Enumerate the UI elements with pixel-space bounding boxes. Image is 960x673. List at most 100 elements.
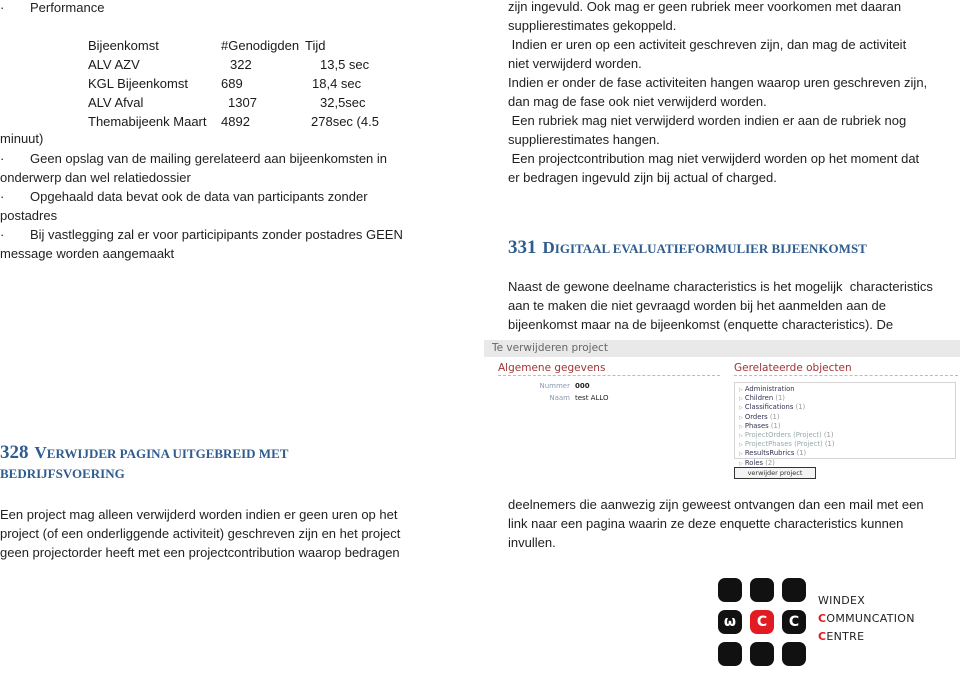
windex-logo: ω C C WINDEX COMMUNCATION CENTRE	[718, 578, 958, 670]
bullet-text-cont: onderwerp dan wel relatiedossier	[0, 170, 191, 185]
logo-text: WINDEX COMMUNCATION CENTRE	[818, 592, 915, 646]
field-nummer: Nummer 000	[520, 380, 590, 392]
expand-triangle-icon[interactable]: ▷	[739, 415, 743, 421]
tree-item-count: (1)	[769, 412, 780, 421]
header-tijd: Tijd	[305, 38, 326, 53]
bullet-text-cont: postadres	[0, 208, 58, 223]
tree-item-count: (1)	[775, 394, 785, 403]
logo-dot	[718, 642, 742, 666]
paragraph-line: bijeenkomst maar na de bijeenkomst (enqu…	[508, 317, 894, 332]
bullet-text: Opgehaald data bevat ook de data van par…	[30, 189, 368, 204]
cell: 689	[221, 76, 243, 91]
tree-item-label: ResultsRubrics	[744, 449, 795, 458]
tree-item-orders[interactable]: ▷ Orders (1)	[739, 413, 955, 422]
tree-item-children[interactable]: ▷ Children (1)	[739, 394, 955, 403]
logo-dot	[782, 578, 806, 602]
paragraph-line: Indien er onder de fase activiteiten han…	[508, 75, 928, 90]
tree-item-phases[interactable]: ▷ Phases (1)	[739, 422, 955, 431]
section-328-body: Een project mag alleen verwijderd worden…	[0, 505, 400, 562]
right-paragraph-bottom: deelnemers die aanwezig zijn geweest ont…	[508, 495, 924, 552]
expand-triangle-icon[interactable]: ▷	[739, 387, 743, 393]
section-331-heading: 331 DIGITAAL EVALUATIEFORMULIER BIJEENKOM…	[508, 236, 867, 261]
paragraph-line: niet verwijderd worden.	[508, 56, 642, 71]
field-naam: Naam test ALLO	[520, 392, 609, 404]
table-header-row: Bijeenkomst #Genodigden Tijd	[88, 36, 379, 55]
expand-triangle-icon[interactable]: ▷	[739, 451, 743, 457]
paragraph-line: deelnemers die aanwezig zijn geweest ont…	[508, 497, 924, 512]
performance-heading: · Performance	[0, 0, 104, 17]
paragraph-line: zijn ingevuld. Ook mag er geen rubriek m…	[508, 0, 902, 14]
paragraph-line: Een project mag alleen verwijderd worden…	[0, 507, 398, 522]
table-row: Themabijeenk Maart 4892 278sec (4.5	[88, 112, 379, 131]
bullet-text: Geen opslag van de mailing gerelateerd a…	[30, 151, 388, 166]
tree-item-administration[interactable]: ▷ Administration	[739, 385, 955, 394]
field-value: test ALLO	[575, 394, 609, 402]
expand-triangle-icon[interactable]: ▷	[739, 442, 743, 448]
title-rest: IGITAAL EVALUATIEFORMULIER BIJEENKOMST	[554, 241, 867, 256]
tree-item-classifications[interactable]: ▷ Classifications (1)	[739, 403, 955, 412]
tree-item-label: Classifications	[744, 403, 794, 412]
cell: 278sec (4.5	[311, 114, 379, 129]
title-initial: D	[542, 238, 555, 257]
logo-c-red-icon: C	[750, 610, 774, 634]
bullet: ·	[0, 189, 5, 204]
tree-item-count: (1)	[824, 440, 835, 449]
paragraph-line: dan mag de fase ook niet verwijderd word…	[508, 94, 767, 109]
delete-project-button[interactable]: verwijder project	[734, 467, 816, 479]
cell: ALV AZV	[88, 57, 140, 72]
tree-item-count: (1)	[795, 403, 806, 412]
field-value: 000	[575, 382, 590, 390]
paragraph-line: link naar een pagina waarin ze deze enqu…	[508, 516, 904, 531]
field-label: Nummer	[539, 382, 571, 390]
right-paragraph: zijn ingevuld. Ook mag er geen rubriek m…	[508, 0, 927, 187]
tree-item-count: (1)	[796, 449, 807, 458]
expand-triangle-icon[interactable]: ▷	[739, 396, 743, 402]
expand-triangle-icon[interactable]: ▷	[739, 405, 743, 411]
screenshot-header-text: Te verwijderen project	[492, 342, 608, 354]
paragraph-line: Naast de gewone deelname characteristics…	[508, 279, 933, 294]
paragraph-line: supplierestimates hangen.	[508, 132, 660, 147]
tree-item-label: ProjectPhases (Project)	[744, 440, 823, 449]
cell: 322	[230, 57, 252, 72]
table-row: ALV AZV 322 13,5 sec	[88, 55, 379, 74]
title-initial: V	[34, 443, 47, 462]
tree-item-label: Phases	[744, 421, 769, 430]
logo-dot	[750, 578, 774, 602]
logo-dot	[782, 642, 806, 666]
expand-triangle-icon[interactable]: ▷	[739, 424, 743, 430]
expand-triangle-icon[interactable]: ▷	[739, 433, 743, 439]
section-331-body: Naast de gewone deelname characteristics…	[508, 277, 933, 334]
paragraph-line: Indien er uren op een activiteit geschre…	[508, 37, 907, 52]
logo-dot	[718, 578, 742, 602]
expand-triangle-icon[interactable]: ▷	[739, 461, 743, 467]
related-objects-title: Gerelateerde objecten	[734, 361, 958, 376]
bullet-item: · Opgehaald data bevat ook de data van pa…	[0, 187, 368, 225]
tree-item-label: Children	[744, 394, 774, 403]
paragraph-line: geen projectorder heeft met een projectc…	[0, 545, 400, 560]
paragraph-line: Een projectcontribution mag niet verwijd…	[508, 151, 920, 166]
cell: 13,5 sec	[320, 57, 370, 72]
paragraph-line: er bedragen ingevuld zijn bij actual of …	[508, 170, 777, 185]
tree-item-projectorders[interactable]: ▷ ProjectOrders (Project) (1)	[739, 431, 955, 440]
embedded-screenshot: Te verwijderen project Algemene gegevens…	[484, 338, 960, 479]
tree-item-label: ProjectOrders (Project)	[744, 431, 822, 440]
tree-item-resultsrubrics[interactable]: ▷ ResultsRubrics (1)	[739, 449, 955, 458]
paragraph-line: Een rubriek mag niet verwijderd worden i…	[508, 113, 907, 128]
screenshot-header: Te verwijderen project	[484, 340, 960, 357]
tree-item-projectphases[interactable]: ▷ ProjectPhases (Project) (1)	[739, 440, 955, 449]
header-genodigden: #Genodigden	[221, 38, 300, 53]
table-overflow-text: minuut)	[0, 131, 44, 146]
related-objects-tree: ▷ Administration ▷ Children (1) ▷ Classific…	[734, 382, 956, 467]
paragraph-line: invullen.	[508, 535, 556, 550]
cell: 1307	[228, 95, 257, 110]
bullet-text: Bij vastlegging zal er voor participipan…	[30, 227, 403, 242]
cell: ALV Afval	[88, 95, 144, 110]
tree-item-label: Orders	[744, 412, 768, 421]
section-number: 328	[0, 442, 29, 463]
bullet: ·	[0, 0, 5, 15]
logo-w-icon: ω	[718, 610, 742, 634]
performance-title: Performance	[30, 0, 105, 15]
tree-item-count: (1)	[770, 421, 781, 430]
bullet: ·	[0, 151, 5, 166]
performance-table: Bijeenkomst #Genodigden Tijd ALV AZV 322…	[88, 36, 379, 131]
